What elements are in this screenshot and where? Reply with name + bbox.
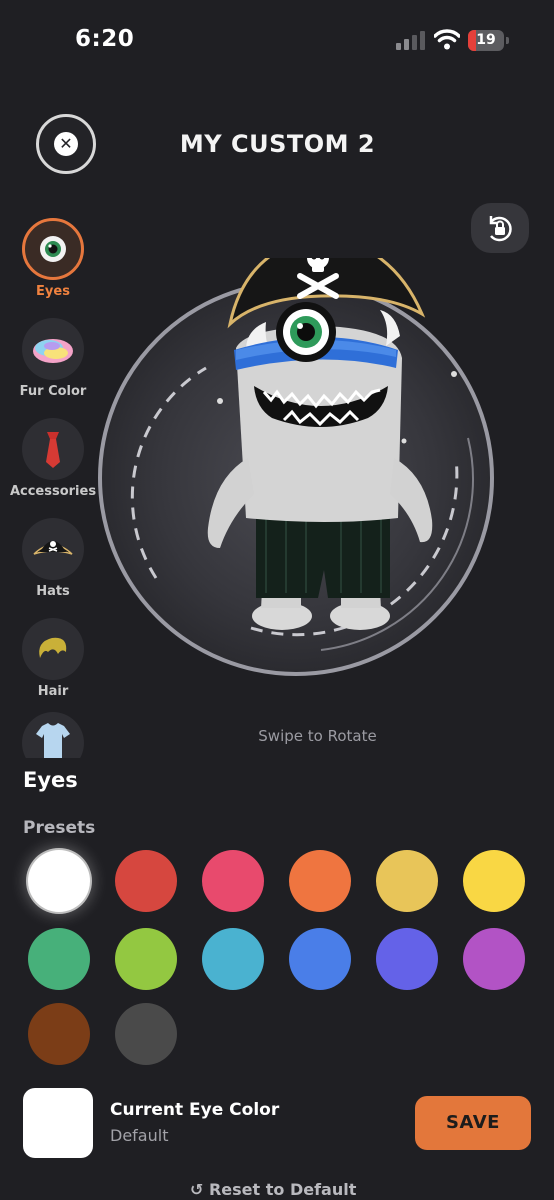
sidebar-item-label: Fur Color xyxy=(19,384,87,399)
color-preset-swatch[interactable] xyxy=(115,1003,177,1065)
rotate-view-button[interactable] xyxy=(471,203,529,253)
sidebar-item-label: Accessories xyxy=(9,484,97,499)
color-preset-swatch[interactable] xyxy=(463,928,525,990)
reset-to-default-button[interactable]: ↺ Reset to Default xyxy=(190,1180,356,1199)
battery-level: 19 xyxy=(476,32,496,48)
color-preset-swatch[interactable] xyxy=(289,928,351,990)
rotate-hint: Swipe to Rotate xyxy=(258,727,377,745)
character-preview[interactable] xyxy=(96,258,496,698)
sidebar-item-label: Eyes xyxy=(36,284,70,299)
current-color-label: Current Eye Color xyxy=(110,1100,280,1120)
color-preset-swatch[interactable] xyxy=(115,850,177,912)
color-preset-swatch[interactable] xyxy=(115,928,177,990)
eye-icon xyxy=(40,236,66,262)
current-color-value: Default xyxy=(110,1126,169,1145)
cellular-signal-icon xyxy=(396,31,425,50)
color-preset-swatch[interactable] xyxy=(376,850,438,912)
close-button[interactable]: ✕ xyxy=(36,114,96,174)
hair-icon xyxy=(39,637,67,658)
page-title: MY CUSTOM 2 xyxy=(179,130,376,158)
color-preset-swatch[interactable] xyxy=(289,850,351,912)
rotate-lock-icon xyxy=(489,216,512,242)
presets-label: Presets xyxy=(23,818,96,838)
color-preset-swatch[interactable] xyxy=(28,1003,90,1065)
color-preset-swatch[interactable] xyxy=(202,928,264,990)
wifi-icon xyxy=(434,29,460,50)
battery-indicator: 19 xyxy=(468,30,510,51)
color-preset-swatch[interactable] xyxy=(202,850,264,912)
section-title: Eyes xyxy=(23,768,78,792)
color-preset-swatch[interactable] xyxy=(376,928,438,990)
sidebar-item-shirts[interactable] xyxy=(0,712,106,758)
necktie-icon xyxy=(46,432,60,468)
reset-icon: ↺ xyxy=(190,1180,209,1199)
color-preset-swatch[interactable] xyxy=(28,850,90,912)
shirt-icon xyxy=(36,723,70,758)
reset-label: Reset to Default xyxy=(208,1180,357,1199)
color-preset-swatch[interactable] xyxy=(463,850,525,912)
color-preset-swatch[interactable] xyxy=(28,928,90,990)
current-color-preview xyxy=(23,1088,93,1158)
fur-color-icon xyxy=(33,339,73,363)
save-button[interactable]: SAVE xyxy=(415,1096,531,1150)
pirate-hat-icon xyxy=(33,541,73,555)
sidebar-item-label: Hats xyxy=(36,584,70,599)
status-time: 6:20 xyxy=(75,26,135,52)
sidebar-item-label: Hair xyxy=(37,684,69,699)
close-icon: ✕ xyxy=(54,132,78,156)
